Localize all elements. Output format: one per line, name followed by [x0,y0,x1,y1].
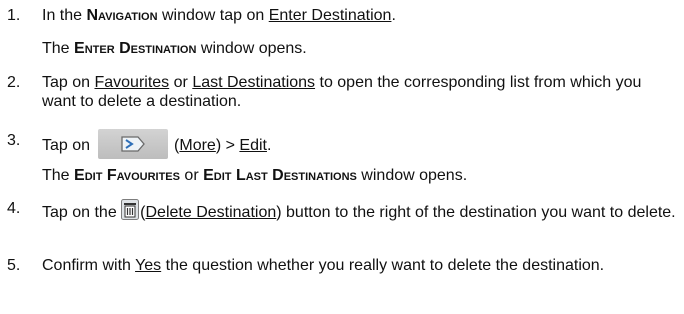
link-yes[interactable]: Yes [135,257,161,274]
more-button[interactable] [98,129,169,159]
step-instruction: Tap on Favourites or Last Destinations t… [42,74,642,110]
link-enter-destination[interactable]: Enter Destination [269,7,392,24]
link-edit[interactable]: Edit [239,137,267,154]
ui-term-edit-favourites: Edit Favourites [74,167,180,184]
step-instruction: Confirm with Yes the question whether yo… [42,257,605,274]
step-number: 4. [7,200,21,217]
link-favourites[interactable]: Favourites [94,74,169,91]
step-instruction: In the Navigation window tap on Enter De… [42,7,396,24]
step-number: 1. [7,7,21,24]
ui-term-enter-destination: Enter Destination [74,40,197,57]
step-number: 5. [7,257,21,274]
step-result: The Edit Favourites or Edit Last Destina… [42,167,468,184]
step-instruction: Tap on the (Delete Destination) button t… [42,199,676,222]
more-arrow-icon [121,136,145,152]
ui-term-edit-last-destinations: Edit Last Destinations [203,167,357,184]
step-number: 3. [7,132,21,149]
ui-term-navigation: Navigation [86,7,158,24]
trash-icon[interactable] [121,199,140,220]
step-instruction: Tap on (More) > Edit. [42,129,676,161]
step-number: 2. [7,74,21,91]
link-more[interactable]: More [179,137,215,154]
link-delete-destination[interactable]: Delete Destination [146,204,277,221]
link-last-destinations[interactable]: Last Destinations [192,74,315,91]
step-result: The Enter Destination window opens. [42,40,307,57]
